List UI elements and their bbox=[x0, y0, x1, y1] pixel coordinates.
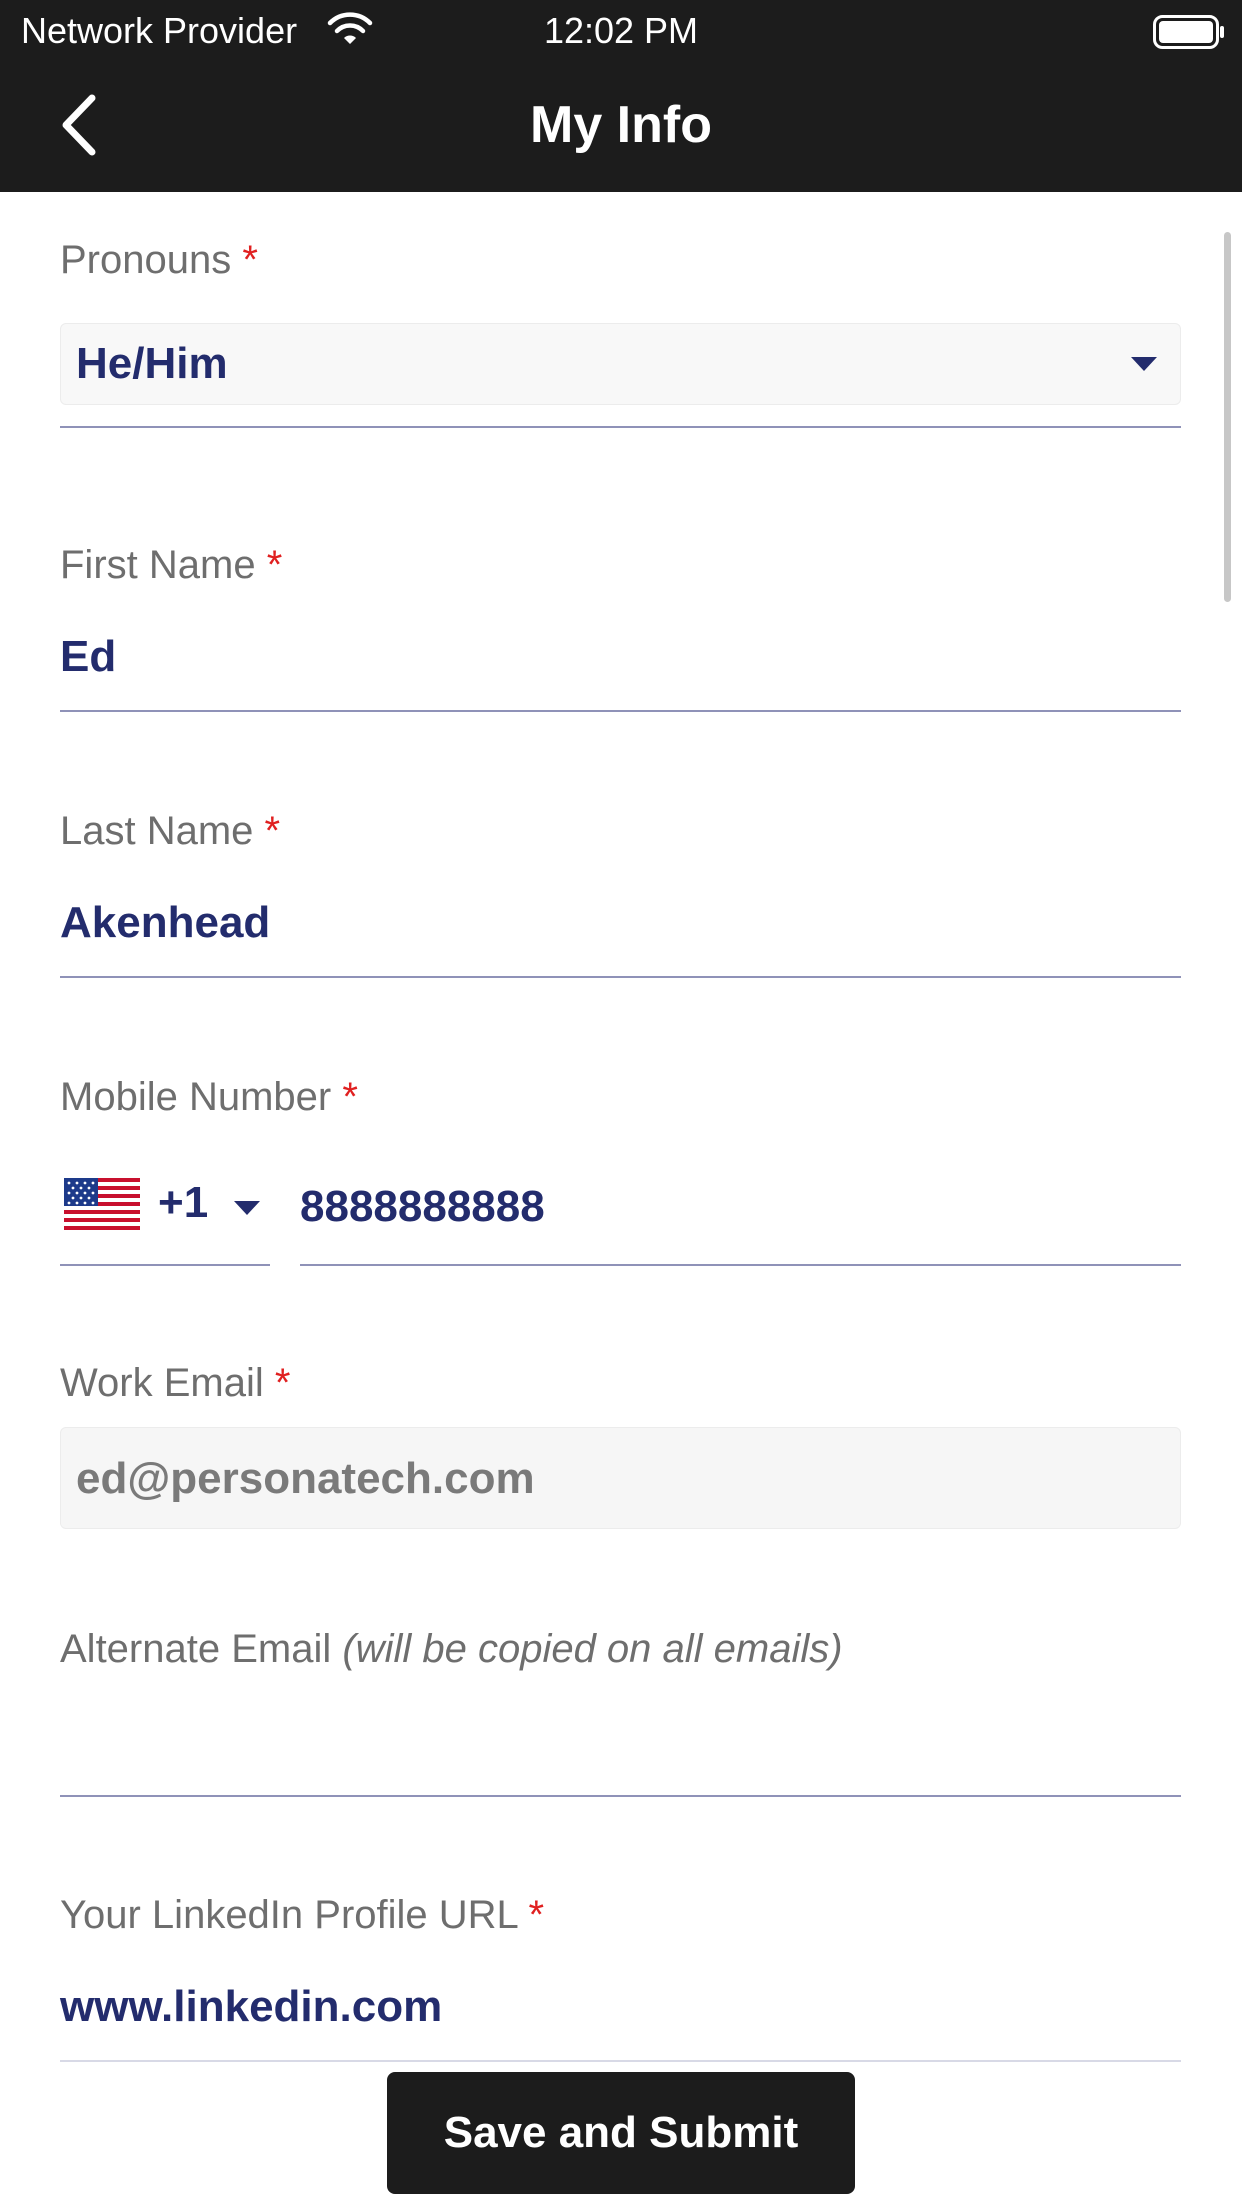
alternate-email-field[interactable] bbox=[60, 1710, 1181, 1797]
save-and-submit-button[interactable]: Save and Submit bbox=[387, 2072, 855, 2194]
last-name-field[interactable]: Akenhead bbox=[60, 891, 1181, 978]
first-name-value: Ed bbox=[60, 632, 117, 681]
pronouns-value: He/Him bbox=[76, 339, 228, 388]
country-code-picker[interactable]: +1 bbox=[60, 1160, 270, 1266]
required-mark: * bbox=[528, 1893, 545, 1937]
required-mark: * bbox=[264, 809, 281, 853]
caret-down-icon bbox=[234, 1201, 260, 1215]
required-mark: * bbox=[242, 238, 258, 282]
scrollbar[interactable] bbox=[1224, 232, 1231, 602]
dial-code: +1 bbox=[158, 1178, 209, 1227]
pronouns-select[interactable]: He/Him bbox=[60, 323, 1181, 405]
work-email-label: Work Email * bbox=[60, 1361, 291, 1405]
alternate-email-label: Alternate Email (will be copied on all e… bbox=[60, 1627, 843, 1671]
last-name-value: Akenhead bbox=[60, 898, 271, 947]
first-name-field[interactable]: Ed bbox=[60, 625, 1181, 712]
mobile-number-value: 8888888888 bbox=[300, 1182, 545, 1231]
linkedin-field[interactable]: www.linkedin.com bbox=[60, 1975, 1181, 2062]
required-mark: * bbox=[274, 1361, 291, 1405]
page-title: My Info bbox=[530, 96, 712, 154]
work-email-field: ed@personatech.com bbox=[60, 1427, 1181, 1529]
alternate-email-hint: (will be copied on all emails) bbox=[342, 1627, 843, 1671]
caret-down-icon bbox=[1131, 357, 1157, 371]
linkedin-value: www.linkedin.com bbox=[60, 1982, 443, 2031]
linkedin-label: Your LinkedIn Profile URL * bbox=[60, 1893, 545, 1937]
last-name-label: Last Name * bbox=[60, 809, 281, 853]
pronouns-label: Pronouns * bbox=[60, 238, 258, 282]
work-email-value: ed@personatech.com bbox=[76, 1454, 535, 1503]
required-mark: * bbox=[266, 543, 283, 587]
status-bar: Network Provider 12:02 PM bbox=[0, 0, 1242, 62]
mobile-number-label: Mobile Number * bbox=[60, 1075, 358, 1119]
required-mark: * bbox=[342, 1075, 358, 1119]
first-name-label: First Name * bbox=[60, 543, 283, 587]
status-time: 12:02 PM bbox=[543, 10, 699, 51]
battery-icon bbox=[1153, 15, 1224, 49]
pronouns-underline bbox=[60, 426, 1181, 428]
navigation-bar: My Info bbox=[0, 62, 1242, 192]
us-flag-icon bbox=[64, 1178, 140, 1230]
mobile-number-field[interactable]: 8888888888 bbox=[300, 1160, 1181, 1266]
